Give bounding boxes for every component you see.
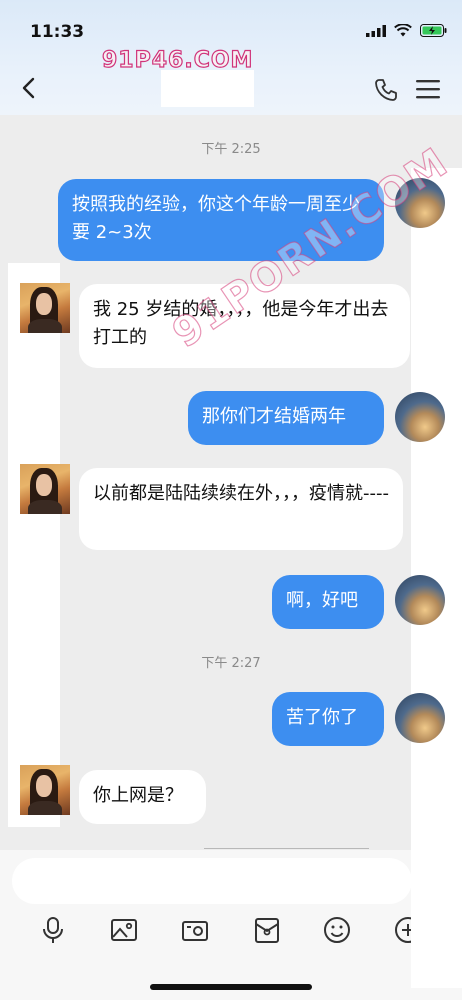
header-bar: 11:33 91P46.COM — [0, 0, 462, 115]
red-packet-icon — [255, 918, 279, 943]
avatar-body — [28, 319, 62, 333]
wifi-icon — [394, 24, 412, 37]
timestamp: 下午 2:25 — [201, 142, 261, 157]
mic-button[interactable] — [38, 915, 68, 945]
red-packet-button[interactable] — [252, 915, 282, 945]
message-input[interactable] — [12, 858, 412, 904]
emoji-icon — [324, 917, 350, 943]
phone-icon — [375, 79, 397, 101]
chat-title — [161, 70, 254, 107]
status-icons — [366, 24, 448, 37]
camera-button[interactable] — [180, 915, 210, 945]
image-button[interactable] — [109, 915, 139, 945]
avatar-body — [28, 500, 62, 514]
chevron-left-icon — [22, 77, 35, 99]
back-button[interactable] — [20, 76, 38, 104]
timestamp: 下午 2:27 — [201, 656, 261, 671]
avatar-face — [36, 775, 52, 797]
image-icon — [111, 919, 137, 941]
camera-icon — [182, 921, 208, 941]
status-time: 11:33 — [30, 22, 85, 42]
message-bubble-out[interactable]: 苦了你了 — [272, 692, 384, 746]
emoji-button[interactable] — [322, 915, 352, 945]
contact-avatar[interactable] — [20, 765, 70, 815]
menu-button[interactable] — [415, 78, 441, 104]
contact-avatar[interactable] — [20, 464, 70, 514]
home-indicator[interactable] — [150, 984, 312, 990]
call-button[interactable] — [373, 77, 399, 107]
message-bubble-in[interactable]: 你上网是？ — [79, 770, 206, 824]
menu-icon — [416, 80, 440, 99]
self-avatar[interactable] — [395, 392, 445, 442]
avatar-face — [36, 293, 52, 315]
message-bubble-out[interactable]: 那你们才结婚两年 — [188, 391, 384, 445]
microphone-icon — [43, 917, 63, 943]
divider — [204, 848, 369, 849]
signal-icon — [366, 24, 386, 37]
contact-avatar[interactable] — [20, 283, 70, 333]
message-bubble-out[interactable]: 啊，好吧 — [272, 575, 384, 629]
message-bubble-in[interactable]: 以前都是陆陆续续在外，，，疫情就---- — [79, 468, 403, 550]
left-strip — [8, 263, 60, 827]
right-strip-bottom — [411, 850, 462, 988]
self-avatar[interactable] — [395, 575, 445, 625]
battery-icon — [420, 24, 447, 37]
avatar-face — [36, 474, 52, 496]
self-avatar[interactable] — [395, 693, 445, 743]
avatar-body — [28, 801, 62, 815]
